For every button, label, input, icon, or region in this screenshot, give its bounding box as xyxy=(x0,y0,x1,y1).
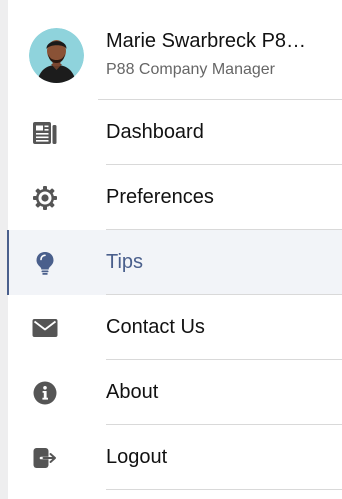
info-icon xyxy=(32,380,58,406)
menu-item-label: Contact Us xyxy=(106,316,205,338)
logout-icon xyxy=(32,445,58,471)
navigation-drawer: Marie Swarbreck P8… P88 Company Manager … xyxy=(0,0,342,499)
menu-item-label: Logout xyxy=(106,446,168,468)
lightbulb-icon xyxy=(32,250,58,276)
menu-item-dashboard[interactable]: Dashboard xyxy=(8,100,342,165)
menu-item-label: Preferences xyxy=(106,186,214,208)
drawer-menu: Dashboard Preferences Tips Contact Us Ab… xyxy=(7,100,342,490)
menu-item-tips[interactable]: Tips xyxy=(7,230,342,295)
user-avatar[interactable] xyxy=(29,28,84,83)
gear-icon xyxy=(32,185,58,211)
menu-item-about[interactable]: About xyxy=(8,360,342,425)
menu-item-label: About xyxy=(106,381,159,403)
menu-item-preferences[interactable]: Preferences xyxy=(8,165,342,230)
menu-item-contact-us[interactable]: Contact Us xyxy=(8,295,342,360)
menu-item-logout[interactable]: Logout xyxy=(8,425,342,490)
user-name: Marie Swarbreck P8… xyxy=(106,30,307,52)
user-profile[interactable]: Marie Swarbreck P8… P88 Company Manager xyxy=(8,0,342,100)
envelope-icon xyxy=(32,315,58,341)
user-role: P88 Company Manager xyxy=(106,61,275,78)
newspaper-icon xyxy=(32,120,58,146)
menu-item-label: Dashboard xyxy=(106,121,204,143)
menu-item-label: Tips xyxy=(106,251,144,273)
